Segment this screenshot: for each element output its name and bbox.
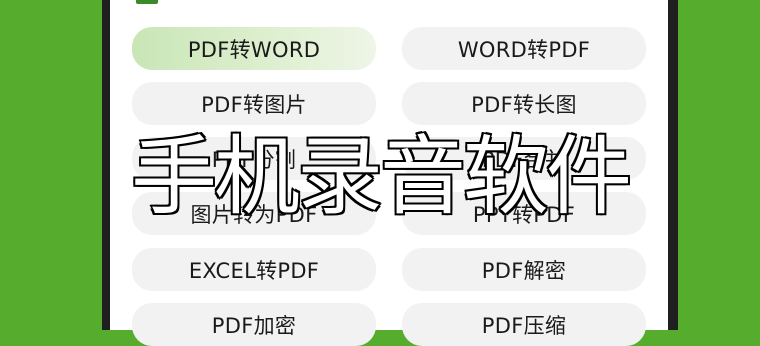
excel-to-pdf-button[interactable]: EXCEL转PDF xyxy=(132,248,376,291)
word-to-pdf-button[interactable]: WORD转PDF xyxy=(402,27,646,70)
pdf-decrypt-button[interactable]: PDF解密 xyxy=(402,248,646,291)
pdf-to-word-button[interactable]: PDF转WORD xyxy=(132,27,376,70)
pdf-compress-button[interactable]: PDF压缩 xyxy=(402,303,646,346)
overlay-title: 手机录音软件 xyxy=(130,125,634,228)
pdf-encrypt-button[interactable]: PDF加密 xyxy=(132,303,376,346)
